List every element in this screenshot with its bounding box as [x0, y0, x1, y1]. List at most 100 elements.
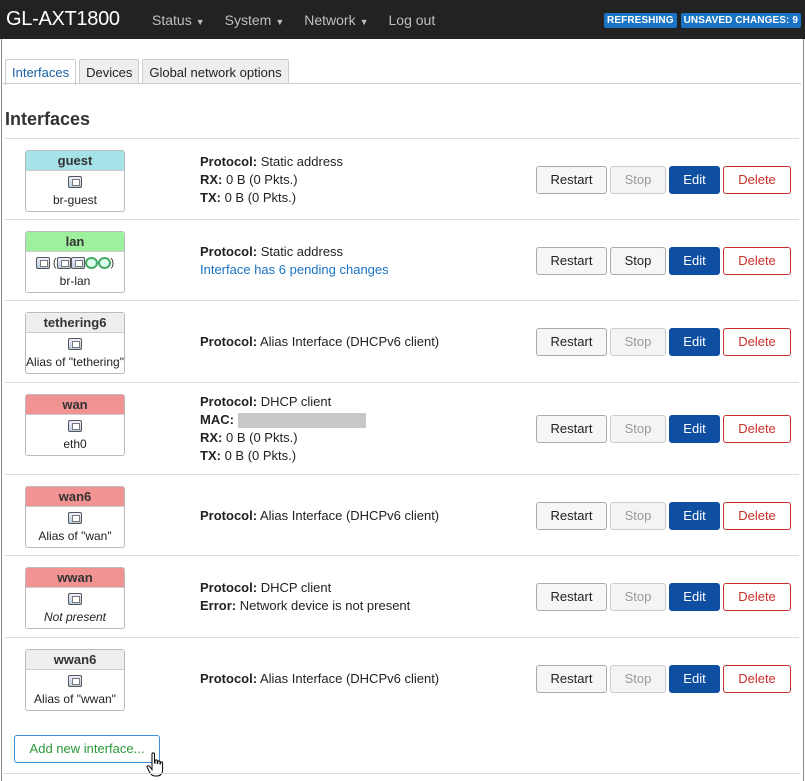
network-device-icon: [68, 512, 82, 525]
status-label: RX:: [200, 430, 223, 445]
caret-down-icon: ▼: [275, 16, 285, 27]
stop-button[interactable]: Stop: [610, 328, 666, 356]
edit-button[interactable]: Edit: [669, 415, 720, 443]
menu-system[interactable]: System ▼: [225, 12, 285, 28]
device-icons: [26, 512, 124, 528]
status-value: Alias Interface (DHCPv6 client): [259, 671, 440, 686]
status-value: DHCP client: [260, 394, 332, 409]
table-bottom-divider: [3, 773, 801, 774]
hand-cursor-icon: [146, 752, 164, 777]
edit-button[interactable]: Edit: [669, 502, 720, 530]
device-icons: (): [26, 257, 124, 273]
menu-status[interactable]: Status ▼: [152, 12, 205, 28]
tab-interfaces[interactable]: Interfaces: [5, 59, 77, 85]
unsaved-changes-badge[interactable]: UNSAVED CHANGES: 9: [680, 13, 801, 28]
delete-button[interactable]: Delete: [723, 415, 791, 443]
interface-name: wwan: [26, 568, 124, 588]
stop-button[interactable]: Stop: [610, 415, 666, 443]
refreshing-badge[interactable]: REFRESHING: [604, 13, 677, 28]
interface-status: Protocol: DHCP client MAC: RX: 0 B (0 Pkt…: [200, 393, 366, 465]
restart-button[interactable]: Restart: [536, 502, 607, 530]
stop-button[interactable]: Stop: [610, 583, 666, 611]
restart-button[interactable]: Restart: [536, 328, 607, 356]
status-label: Error:: [200, 598, 237, 613]
edit-button[interactable]: Edit: [669, 166, 720, 194]
status-line: MAC:: [200, 411, 366, 429]
edit-button[interactable]: Edit: [669, 328, 720, 356]
delete-button[interactable]: Delete: [723, 247, 791, 275]
row-actions: Restart Stop Edit Delete: [536, 166, 791, 194]
device-icons: [26, 420, 124, 436]
status-value: Static address: [260, 154, 344, 169]
interface-status: Protocol: Alias Interface (DHCPv6 client…: [200, 670, 439, 688]
redacted-mac-value: [237, 413, 366, 429]
edit-button[interactable]: Edit: [669, 583, 720, 611]
status-line: RX: 0 B (0 Pkts.): [200, 429, 366, 447]
menu-logout[interactable]: Log out: [389, 12, 436, 28]
table-row: wan6 Alias of "wan" Protocol: Alias Interf…: [5, 474, 799, 555]
top-navbar: GL-AXT1800 Status ▼ System ▼ Network ▼ Log …: [0, 0, 805, 39]
row-actions: Restart Stop Edit Delete: [536, 502, 791, 530]
status-line: Protocol: Alias Interface (DHCPv6 client…: [200, 333, 439, 351]
status-value: 0 B (0 Pkts.): [224, 448, 297, 463]
status-label: TX:: [200, 448, 221, 463]
tab-bar: Interfaces Devices Global network option…: [5, 59, 292, 85]
interface-badge[interactable]: lan () br-lan: [25, 231, 125, 293]
device-icons: [26, 593, 124, 609]
caret-down-icon: ▼: [359, 16, 369, 27]
row-actions: Restart Stop Edit Delete: [536, 583, 791, 611]
status-label: RX:: [200, 172, 223, 187]
tab-devices[interactable]: Devices: [79, 59, 140, 84]
table-row: lan () br-lan Protocol: Static address Inte…: [5, 219, 799, 300]
interface-name: tethering6: [26, 313, 124, 333]
device-name: Not present: [43, 610, 107, 624]
interface-badge[interactable]: wan eth0: [25, 394, 125, 456]
paren-open: (: [49, 257, 57, 269]
stop-button[interactable]: Stop: [610, 665, 666, 693]
delete-button[interactable]: Delete: [723, 583, 791, 611]
wifi-icon: [84, 257, 98, 270]
table-row: wwan6 Alias of "wwan" Protocol: Alias Inte…: [5, 637, 799, 719]
interface-name: guest: [26, 151, 124, 171]
menu-network[interactable]: Network ▼: [304, 12, 368, 28]
interface-badge[interactable]: wan6 Alias of "wan": [25, 486, 125, 548]
edit-button[interactable]: Edit: [669, 247, 720, 275]
network-device-icon: [68, 593, 82, 606]
restart-button[interactable]: Restart: [536, 665, 607, 693]
delete-button[interactable]: Delete: [723, 502, 791, 530]
delete-button[interactable]: Delete: [723, 665, 791, 693]
status-value: 0 B (0 Pkts.): [224, 190, 297, 205]
status-line: Protocol: DHCP client: [200, 579, 410, 597]
interface-name: wan: [26, 395, 124, 415]
status-line: Protocol: Static address: [200, 243, 389, 261]
restart-button[interactable]: Restart: [536, 247, 607, 275]
stop-button[interactable]: Stop: [610, 166, 666, 194]
interface-status: Protocol: Static address RX: 0 B (0 Pkts.…: [200, 153, 343, 207]
add-new-interface-button[interactable]: Add new interface...: [14, 735, 160, 763]
interface-badge[interactable]: guest br-guest: [25, 150, 125, 212]
interface-name: lan: [26, 232, 124, 252]
stop-button[interactable]: Stop: [610, 247, 666, 275]
restart-button[interactable]: Restart: [536, 583, 607, 611]
tab-global-network-options[interactable]: Global network options: [142, 59, 289, 84]
ethernet-port-icon: [70, 257, 85, 270]
status-label: TX:: [200, 190, 221, 205]
stop-button[interactable]: Stop: [610, 502, 666, 530]
network-device-icon: [68, 420, 82, 433]
edit-button[interactable]: Edit: [669, 665, 720, 693]
table-row: wwan Not present Protocol: DHCP client Erro…: [5, 555, 799, 637]
interface-badge[interactable]: tethering6 Alias of "tethering": [25, 312, 125, 374]
table-row: wan eth0 Protocol: DHCP client MAC: RX: 0 B…: [5, 382, 799, 474]
interface-name: wwan6: [26, 650, 124, 670]
row-actions: Restart Stop Edit Delete: [536, 328, 791, 356]
pending-changes-link[interactable]: Interface has 6 pending changes: [200, 261, 389, 279]
delete-button[interactable]: Delete: [723, 328, 791, 356]
row-actions: Restart Stop Edit Delete: [536, 415, 791, 443]
brand-title[interactable]: GL-AXT1800: [6, 8, 142, 31]
interface-badge[interactable]: wwan Not present: [25, 567, 125, 629]
interface-badge[interactable]: wwan6 Alias of "wwan": [25, 649, 125, 711]
restart-button[interactable]: Restart: [536, 415, 607, 443]
restart-button[interactable]: Restart: [536, 166, 607, 194]
delete-button[interactable]: Delete: [723, 166, 791, 194]
page-title: Interfaces: [5, 109, 91, 129]
